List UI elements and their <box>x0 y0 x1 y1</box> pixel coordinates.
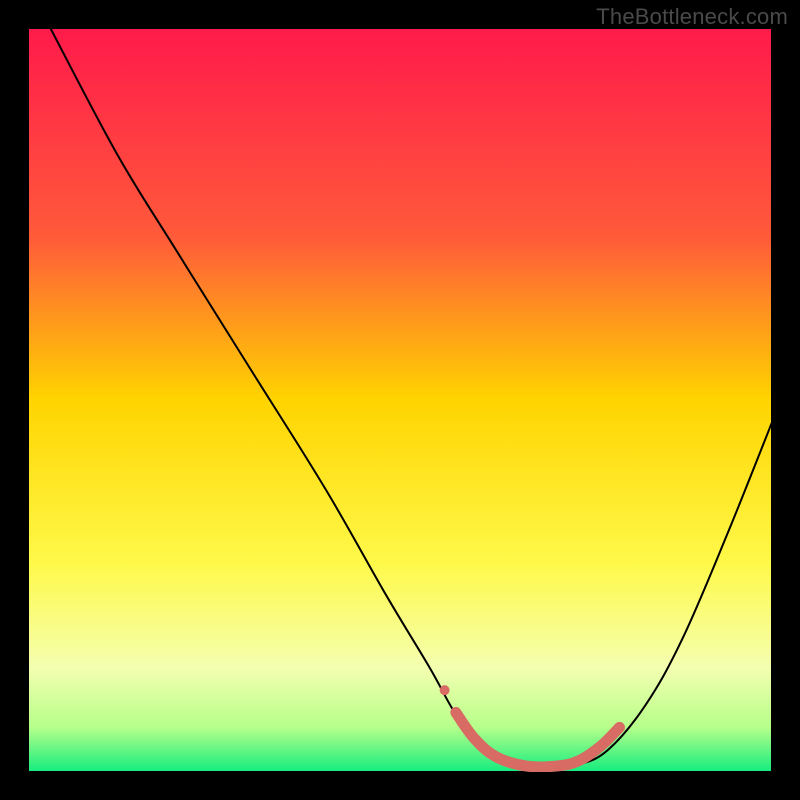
chart-svg <box>28 28 772 772</box>
highlight-dot <box>440 685 450 695</box>
gradient-background <box>28 28 772 772</box>
watermark-text: TheBottleneck.com <box>596 4 788 30</box>
chart-frame: TheBottleneck.com <box>0 0 800 800</box>
plot-area <box>28 28 772 772</box>
